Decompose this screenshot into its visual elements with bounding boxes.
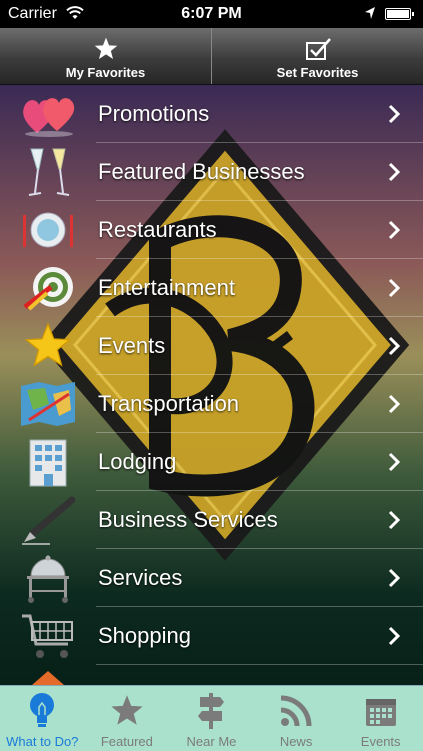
partial-row-icon — [18, 667, 78, 685]
tab-what-to-do[interactable]: What to Do? — [0, 686, 85, 751]
list-item-shopping[interactable]: Shopping — [0, 607, 423, 665]
chevron-right-icon — [379, 394, 409, 414]
tab-events[interactable]: Events — [338, 686, 423, 751]
tab-news[interactable]: News — [254, 686, 339, 751]
list-item-partial[interactable] — [0, 665, 423, 685]
star-icon — [109, 691, 145, 731]
chevron-right-icon — [379, 104, 409, 124]
building-icon — [18, 435, 78, 489]
services-label: Services — [98, 565, 183, 590]
status-bar: Carrier 6:07 PM — [0, 0, 423, 28]
set-favorites-button[interactable]: Set Favorites — [211, 28, 423, 84]
calendar-icon — [364, 691, 398, 731]
tab-label: Events — [360, 734, 401, 749]
set-favorites-label: Set Favorites — [276, 65, 359, 80]
tab-label: What to Do? — [6, 734, 79, 749]
star-icon — [18, 319, 78, 373]
signpost-icon — [196, 691, 226, 731]
checkbox-icon — [304, 35, 332, 63]
category-list-area[interactable]: Promotions Featured Businesses Restauran… — [0, 85, 423, 685]
chevron-right-icon — [379, 336, 409, 356]
list-item-lodging[interactable]: Lodging — [0, 433, 423, 491]
tab-label: Featured — [100, 734, 153, 749]
chevron-right-icon — [379, 568, 409, 588]
location-arrow-icon — [364, 6, 376, 25]
list-item-featured-businesses[interactable]: Featured Businesses — [0, 143, 423, 201]
star-icon — [93, 35, 119, 63]
chevron-right-icon — [379, 510, 409, 530]
list-item-business-services[interactable]: Business Services — [0, 491, 423, 549]
tab-near-me[interactable]: Near Me — [169, 686, 254, 751]
chevron-right-icon — [379, 162, 409, 182]
shopping-label: Shopping — [98, 623, 191, 648]
champagne-glasses-icon — [18, 145, 78, 199]
entertainment-label: Entertainment — [98, 275, 235, 300]
list-item-restaurants[interactable]: Restaurants — [0, 201, 423, 259]
list-item-promotions[interactable]: Promotions — [0, 85, 423, 143]
chevron-right-icon — [379, 452, 409, 472]
category-list: Promotions Featured Businesses Restauran… — [0, 85, 423, 685]
my-favorites-button[interactable]: My Favorites — [0, 28, 211, 84]
tab-bar: What to Do? Featured Near Me News Events — [0, 685, 423, 751]
my-favorites-label: My Favorites — [65, 65, 146, 80]
tab-label: Near Me — [186, 734, 237, 749]
chevron-right-icon — [379, 220, 409, 240]
tab-label: News — [279, 734, 313, 749]
featured-businesses-label: Featured Businesses — [98, 159, 305, 184]
clock: 6:07 PM — [181, 5, 242, 22]
transportation-label: Transportation — [98, 391, 240, 416]
plate-fork-knife-icon — [18, 203, 78, 257]
tab-featured[interactable]: Featured — [85, 686, 170, 751]
events-label: Events — [98, 333, 166, 358]
chevron-right-icon — [379, 278, 409, 298]
shopping-cart-icon — [18, 609, 78, 663]
list-item-services[interactable]: Services — [0, 549, 423, 607]
chevron-right-icon — [379, 626, 409, 646]
pen-icon — [18, 493, 78, 547]
target-darts-icon — [18, 261, 78, 315]
list-item-events[interactable]: Events — [0, 317, 423, 375]
lodging-label: Lodging — [98, 449, 177, 474]
restaurants-label: Restaurants — [98, 217, 217, 242]
promotions-label: Promotions — [98, 101, 210, 126]
lightbulb-icon — [27, 691, 57, 731]
hearts-icon — [18, 87, 78, 141]
map-icon — [18, 377, 78, 431]
service-cart-icon — [18, 551, 78, 605]
list-item-entertainment[interactable]: Entertainment — [0, 259, 423, 317]
business-services-label: Business Services — [98, 507, 278, 532]
battery-icon — [385, 8, 414, 20]
rss-icon — [279, 691, 313, 731]
list-item-transportation[interactable]: Transportation — [0, 375, 423, 433]
favorites-bar: My Favorites Set Favorites — [0, 28, 423, 85]
